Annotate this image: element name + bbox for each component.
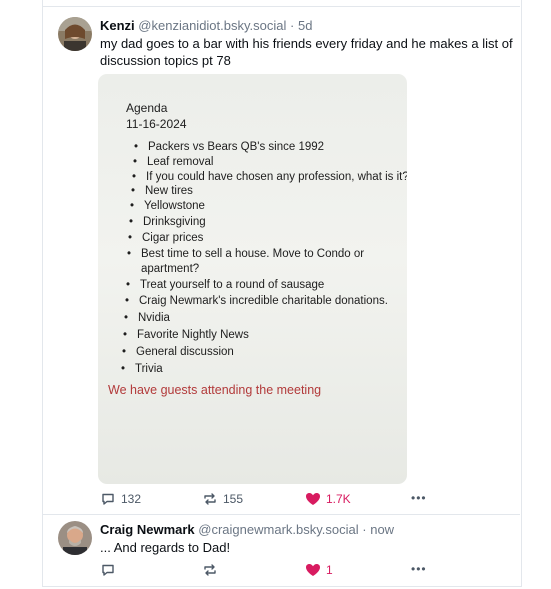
agenda-item-continued: apartment? — [141, 263, 200, 275]
reply-icon — [102, 493, 114, 505]
agenda-item: • If you could have chosen any profession… — [132, 171, 407, 183]
agenda-footer-note: We have guests attending the meeting — [108, 383, 322, 397]
like-button[interactable]: 1 — [305, 562, 333, 578]
reply-author-handle[interactable]: @craignewmark.bsky.social — [198, 522, 358, 537]
reply-author-name[interactable]: Craig Newmark — [100, 522, 195, 537]
repost-button[interactable]: 155 — [202, 491, 243, 507]
heart-icon — [306, 493, 320, 505]
agenda-item: • Treat yourself to a round of sausage — [126, 279, 325, 291]
reply-text: ... And regards to Dad! — [100, 540, 231, 555]
post-actions: 132 155 1.7K ••• — [100, 491, 430, 509]
post-text-line: my dad goes to a bar with his friends ev… — [100, 36, 513, 51]
repost-button[interactable] — [202, 562, 223, 578]
reply-time[interactable]: now — [370, 522, 394, 537]
author-name[interactable]: Kenzi — [100, 18, 135, 33]
agenda-item: • Trivia — [121, 363, 163, 375]
agenda-title: Agenda — [126, 101, 168, 115]
post-time[interactable]: 5d — [298, 18, 312, 33]
agenda-item: • Yellowstone — [130, 200, 205, 212]
reply-actions: 1 ••• — [100, 562, 430, 580]
repost-icon — [204, 493, 216, 505]
divider — [42, 514, 520, 515]
post-image[interactable]: Agenda 11-16-2024 • Packers vs Bears QB's… — [98, 74, 407, 484]
agenda-item: • Craig Newmark's incredible charitable d… — [125, 295, 388, 307]
separator: · — [362, 522, 367, 537]
agenda-item: • General discussion — [122, 346, 234, 358]
author-handle[interactable]: @kenzianidiot.bsky.social — [138, 18, 286, 33]
more-options-button[interactable]: ••• — [411, 562, 427, 576]
agenda-date: 11-16-2024 — [126, 117, 187, 131]
reply-count: 132 — [121, 492, 142, 506]
agenda-item: • Leaf removal — [133, 156, 214, 168]
repost-icon — [204, 564, 216, 576]
agenda-item: • Cigar prices — [128, 232, 204, 244]
divider — [42, 6, 520, 7]
post-header: Kenzi @kenzianidiot.bsky.social · 5d — [100, 18, 312, 33]
agenda-item: • Best time to sell a house. Move to Cond… — [127, 248, 365, 260]
more-options-button[interactable]: ••• — [411, 491, 427, 505]
agenda-item: • Favorite Nightly News — [123, 329, 249, 341]
more-icon: ••• — [411, 562, 427, 576]
reply-button[interactable]: 132 — [100, 491, 141, 507]
more-icon: ••• — [411, 491, 427, 505]
like-count: 1.7K — [326, 492, 351, 506]
heart-icon — [306, 564, 320, 576]
agenda-item: • Drinksgiving — [129, 216, 206, 228]
agenda-item: • Packers vs Bears QB's since 1992 — [134, 141, 325, 153]
reply-button[interactable] — [100, 562, 121, 578]
author-avatar[interactable] — [58, 17, 92, 51]
post-text-line: discussion topics pt 78 — [100, 53, 231, 68]
agenda-item: • New tires — [131, 185, 193, 197]
agenda-item: • Nvidia — [124, 312, 170, 324]
like-button[interactable]: 1.7K — [305, 491, 351, 507]
separator: · — [290, 18, 295, 33]
like-count: 1 — [326, 563, 333, 577]
reply-author-avatar[interactable] — [58, 521, 92, 555]
reply-icon — [102, 564, 114, 576]
post-text: my dad goes to a bar with his friends ev… — [100, 35, 513, 69]
reply-header: Craig Newmark @craignewmark.bsky.social … — [100, 522, 394, 537]
repost-count: 155 — [223, 492, 244, 506]
